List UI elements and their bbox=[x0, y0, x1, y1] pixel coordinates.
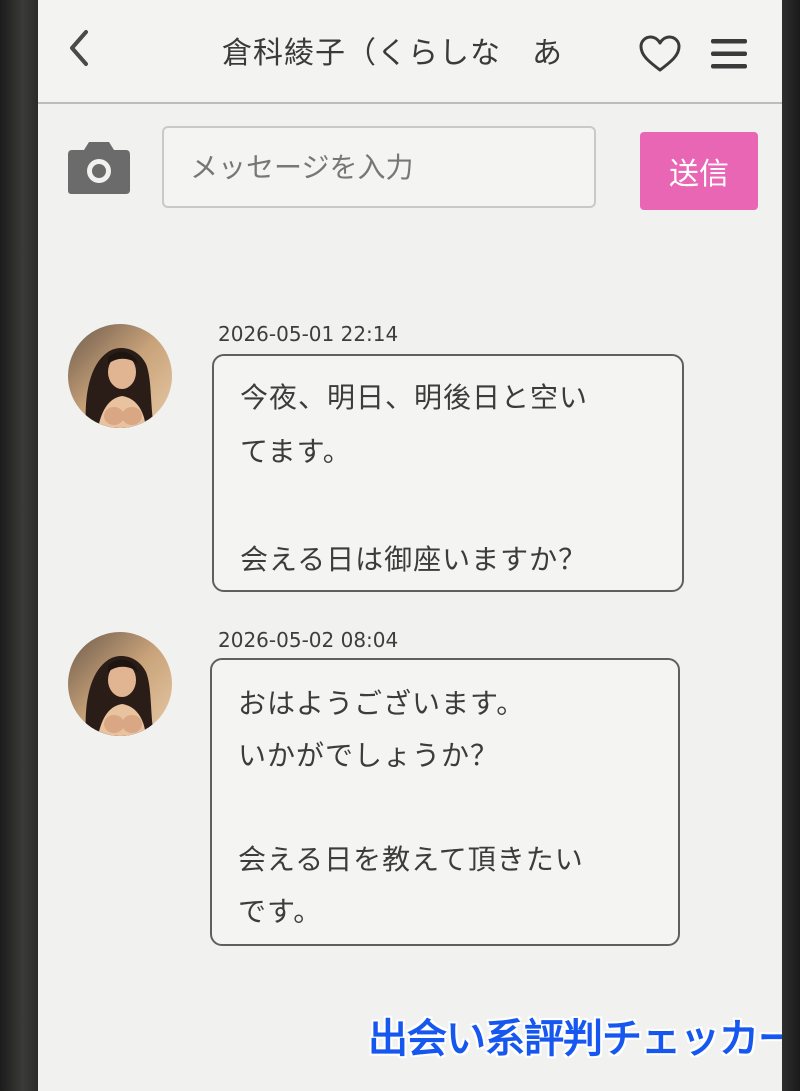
chat-header: 倉科綾子（くらしな あ bbox=[38, 0, 782, 104]
message-text-line: 今夜、明日、明後日と空い bbox=[240, 381, 589, 414]
message-text-line: いかがでしょうか？ bbox=[238, 739, 500, 772]
contact-name: 倉科綾子（くらしな あ bbox=[222, 36, 563, 71]
avatar[interactable] bbox=[68, 632, 172, 736]
message-bubble: おはようございます。 いかがでしょうか？ 会える日を教えて頂きたい です。 bbox=[210, 658, 680, 946]
message-text-line: です。 bbox=[238, 895, 323, 928]
device-bezel-right bbox=[782, 0, 800, 1091]
message-text-line: 会える日を教えて頂きたい bbox=[238, 843, 584, 876]
device-bezel-left bbox=[0, 0, 38, 1091]
chat-screen: 倉科綾子（くらしな あ 送信 bbox=[38, 0, 782, 1091]
message-text-line: てます。 bbox=[240, 435, 352, 468]
message-bubble: 今夜、明日、明後日と空い てます。 会える日は御座いますか？ bbox=[212, 354, 684, 592]
message-text-line: おはようございます。 bbox=[238, 687, 526, 720]
avatar[interactable] bbox=[68, 324, 172, 428]
hamburger-menu-icon[interactable] bbox=[710, 36, 748, 72]
message-input[interactable] bbox=[162, 126, 596, 208]
message-timestamp: 2026-05-02 08:04 bbox=[218, 628, 399, 652]
watermark: 出会い系評判チェッカー bbox=[368, 1016, 782, 1062]
chevron-left-icon[interactable] bbox=[64, 28, 94, 68]
heart-outline-icon[interactable] bbox=[638, 34, 682, 74]
camera-icon[interactable] bbox=[66, 138, 132, 196]
message-text-line: 会える日は御座いますか？ bbox=[240, 543, 588, 576]
send-button[interactable]: 送信 bbox=[640, 132, 758, 210]
message-timestamp: 2026-05-01 22:14 bbox=[218, 322, 399, 346]
